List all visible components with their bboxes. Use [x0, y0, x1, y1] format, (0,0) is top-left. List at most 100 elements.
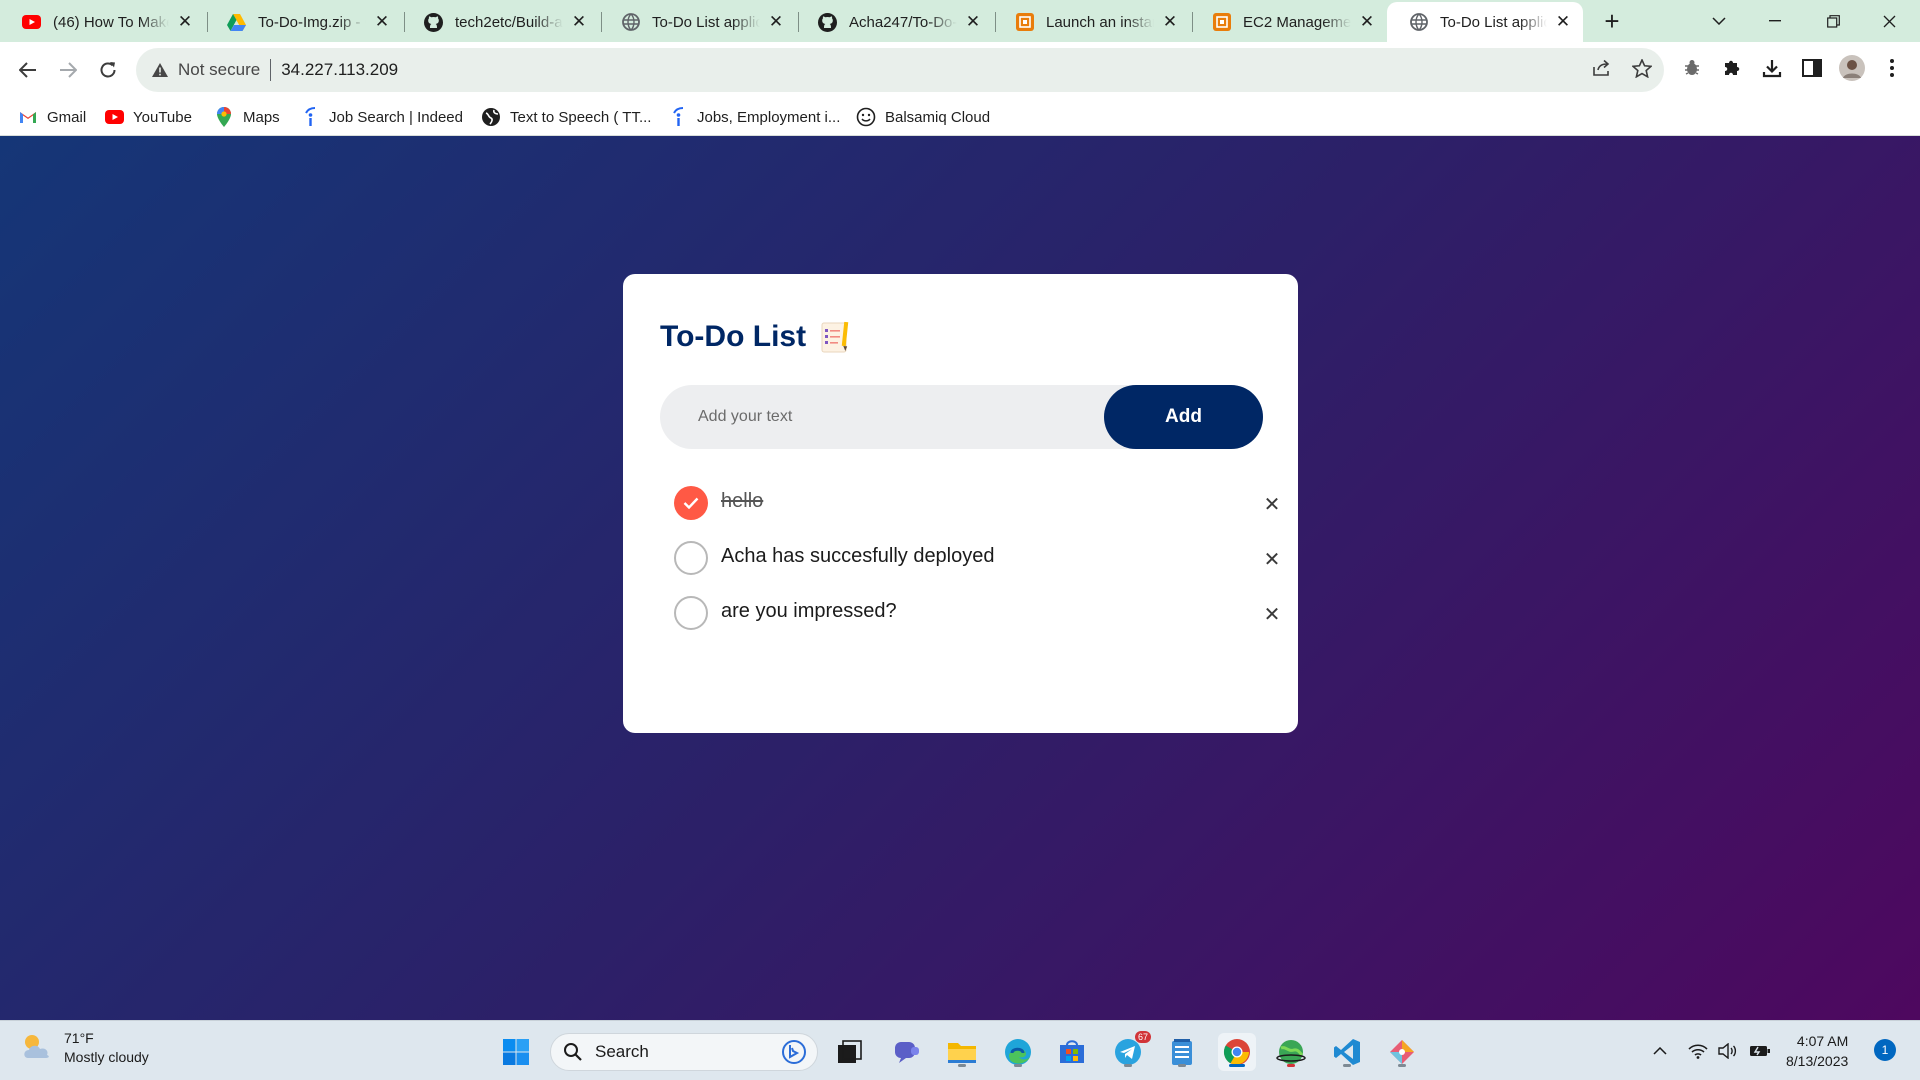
notification-count-badge[interactable]: 1 [1874, 1039, 1896, 1061]
tab-title: To-Do-Img.zip - G [258, 13, 366, 31]
task-view-icon[interactable] [831, 1033, 869, 1071]
clock-date: 8/13/2023 [1786, 1053, 1849, 1069]
tab-search-chevron-icon[interactable] [1696, 6, 1742, 36]
task-input[interactable] [660, 385, 1120, 449]
close-tab-icon[interactable]: ✕ [569, 12, 589, 32]
forward-arrow-icon[interactable] [52, 54, 84, 86]
volume-icon[interactable] [1716, 1039, 1740, 1063]
add-button[interactable]: Add [1104, 385, 1263, 449]
tab-title: To-Do List applica [1440, 13, 1547, 31]
url-text[interactable]: 34.227.113.209 [281, 60, 398, 80]
weather-description: Mostly cloudy [64, 1049, 149, 1065]
chevron-up-icon[interactable] [1648, 1039, 1672, 1063]
weather-widget[interactable]: 71°F Mostly cloudy [20, 1029, 149, 1067]
bookmark-maps[interactable]: Maps [214, 104, 280, 130]
github-icon [424, 12, 443, 32]
bug-extension-icon[interactable] [1678, 54, 1706, 82]
download-icon[interactable] [1758, 54, 1786, 82]
chrome-icon[interactable] [1218, 1033, 1256, 1071]
tab-strip: (46) How To Make ✕ To-Do-Img.zip - G ✕ t… [0, 0, 1920, 42]
reload-icon[interactable] [92, 54, 124, 86]
telegram-icon[interactable]: 67 [1109, 1031, 1151, 1071]
vscode-icon[interactable] [1328, 1033, 1366, 1071]
checked-circle-icon[interactable] [674, 486, 708, 520]
battery-icon[interactable] [1748, 1039, 1772, 1063]
running-indicator [1398, 1064, 1406, 1067]
file-explorer-icon[interactable] [943, 1033, 981, 1071]
back-arrow-icon[interactable] [12, 54, 44, 86]
bookmark-gmail[interactable]: Gmail [18, 104, 86, 130]
tab-ec2-management[interactable]: EC2 Management ✕ [1190, 2, 1387, 42]
delete-x-icon[interactable]: ✕ [1260, 602, 1284, 626]
unchecked-circle-icon[interactable] [674, 596, 708, 630]
todo-card: To-Do List Add hello ✕ Acha has succesfu… [623, 274, 1298, 733]
taskbar-search-box[interactable]: Search [550, 1033, 818, 1071]
close-tab-icon[interactable]: ✕ [372, 12, 392, 32]
edge-browser-icon[interactable] [999, 1033, 1037, 1071]
close-tab-icon[interactable]: ✕ [1357, 12, 1377, 32]
aws-icon [1015, 13, 1034, 32]
close-tab-icon[interactable]: ✕ [1160, 12, 1180, 32]
address-bar[interactable]: Not secure 34.227.113.209 [136, 48, 1664, 92]
teams-chat-icon[interactable] [888, 1033, 926, 1071]
tab-youtube-video[interactable]: (46) How To Make ✕ [0, 2, 205, 42]
weather-temperature: 71°F [64, 1030, 94, 1046]
profile-avatar-icon[interactable] [1838, 54, 1866, 82]
balsamiq-icon [856, 107, 876, 127]
minimize-button[interactable] [1752, 6, 1798, 36]
tab-todo-app[interactable]: To-Do List applica ✕ [599, 2, 796, 42]
share-icon[interactable] [1588, 54, 1616, 82]
tab-github-build[interactable]: tech2etc/Build-an ✕ [402, 2, 599, 42]
delete-x-icon[interactable]: ✕ [1260, 547, 1284, 571]
bookmark-indeed[interactable]: Job Search | Indeed [300, 104, 463, 130]
todo-text: Acha has succesfully deployed [721, 545, 995, 567]
new-tab-button[interactable]: + [1598, 8, 1626, 36]
warning-triangle-icon[interactable] [150, 60, 170, 80]
active-indicator [1229, 1064, 1245, 1067]
notification-badge: 67 [1134, 1031, 1151, 1043]
tab-google-drive[interactable]: To-Do-Img.zip - G ✕ [205, 2, 402, 42]
bookmark-text-to-speech[interactable]: Text to Speech ( TT... [481, 104, 651, 130]
unchecked-circle-icon[interactable] [674, 541, 708, 575]
notepad-app-icon[interactable] [1163, 1033, 1201, 1071]
bookmark-label: YouTube [133, 108, 192, 126]
youtube-icon [22, 13, 41, 32]
todo-text: hello [721, 490, 764, 512]
close-tab-icon[interactable]: ✕ [963, 12, 983, 32]
tab-title: Acha247/To-Do-V [849, 13, 957, 31]
delete-x-icon[interactable]: ✕ [1260, 492, 1284, 516]
bookmarks-bar: Gmail YouTube Maps Job Search | Indeed T… [0, 98, 1920, 136]
start-button[interactable] [497, 1033, 535, 1071]
wifi-icon[interactable] [1686, 1039, 1710, 1063]
restore-button[interactable] [1810, 6, 1856, 36]
bookmark-label: Jobs, Employment i... [697, 108, 841, 126]
system-clock[interactable]: 4:07 AM 8/13/2023 [1786, 1031, 1848, 1071]
todo-item[interactable]: Acha has succesfully deployed ✕ [660, 541, 1280, 581]
running-indicator [1343, 1064, 1351, 1067]
todo-item[interactable]: hello ✕ [660, 486, 1280, 526]
bookmark-star-icon[interactable] [1628, 54, 1656, 82]
side-panel-icon[interactable] [1798, 54, 1826, 82]
tab-todo-app-active[interactable]: To-Do List applica ✕ [1387, 2, 1583, 42]
browser-globe-app-icon[interactable] [1272, 1033, 1310, 1071]
close-window-button[interactable] [1866, 6, 1912, 36]
tab-title: tech2etc/Build-an [455, 13, 563, 31]
extensions-puzzle-icon[interactable] [1718, 54, 1746, 82]
globe-icon [481, 107, 501, 127]
todo-item[interactable]: are you impressed? ✕ [660, 596, 1280, 636]
more-menu-icon[interactable] [1878, 54, 1906, 82]
bookmark-label: Job Search | Indeed [329, 108, 463, 126]
close-tab-icon[interactable]: ✕ [766, 12, 786, 32]
tab-launch-instance[interactable]: Launch an instanc ✕ [993, 2, 1190, 42]
security-label[interactable]: Not secure [178, 60, 260, 80]
close-tab-icon[interactable]: ✕ [175, 12, 195, 32]
bookmark-jobs-employment[interactable]: Jobs, Employment i... [668, 104, 840, 130]
tab-title: Launch an instanc [1046, 13, 1154, 31]
bookmark-balsamiq[interactable]: Balsamiq Cloud [856, 104, 990, 130]
bookmark-label: Gmail [47, 108, 87, 126]
close-tab-icon[interactable]: ✕ [1553, 12, 1573, 32]
bookmark-youtube[interactable]: YouTube [104, 104, 192, 130]
microsoft-store-icon[interactable] [1053, 1033, 1091, 1071]
tab-github-acha[interactable]: Acha247/To-Do-V ✕ [796, 2, 993, 42]
paint-app-icon[interactable] [1383, 1033, 1421, 1071]
